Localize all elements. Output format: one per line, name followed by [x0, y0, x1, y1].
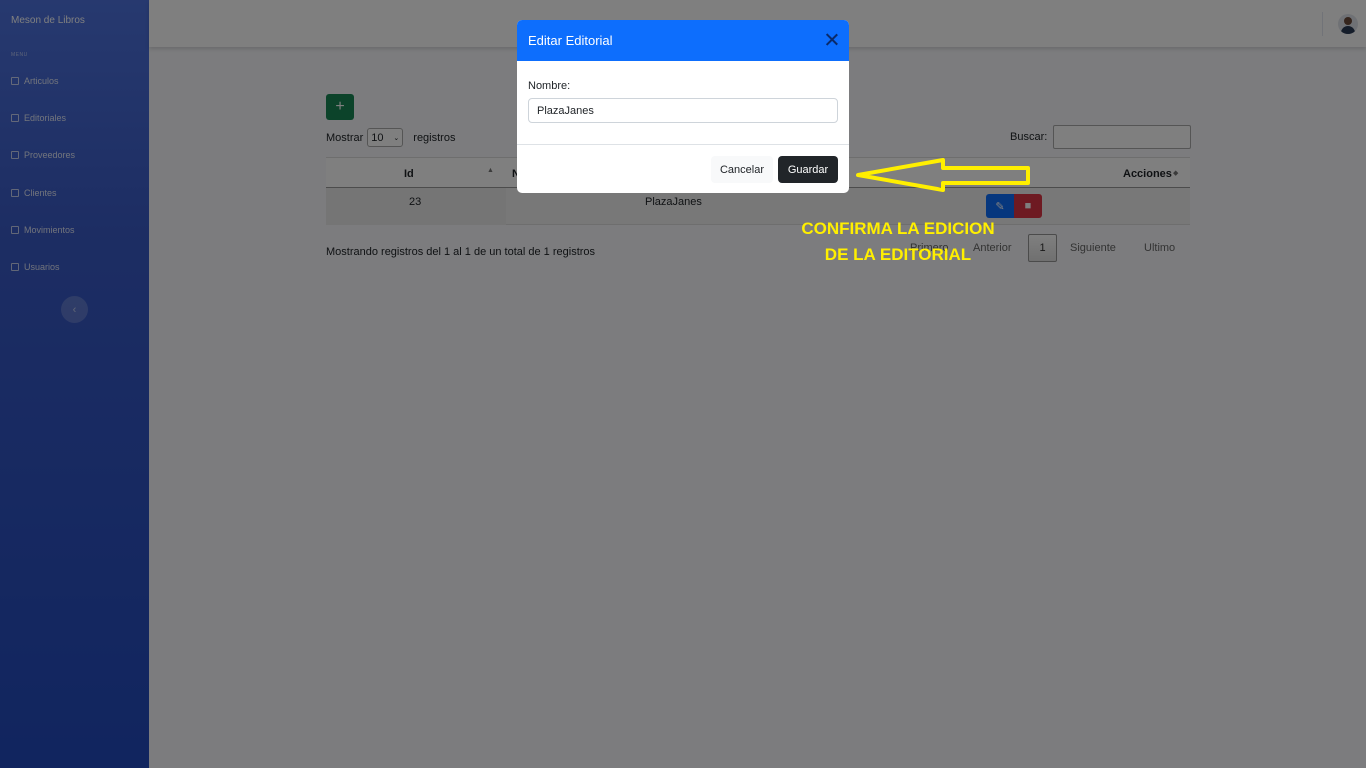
- annotation-line-1: CONFIRMA LA EDICION: [801, 219, 995, 238]
- modal-header: Editar Editorial: [517, 20, 849, 61]
- annotation-line-2: DE LA EDITORIAL: [824, 245, 972, 264]
- annotation-arrow-icon: [856, 158, 1030, 192]
- save-button[interactable]: Guardar: [778, 156, 838, 183]
- close-icon[interactable]: [825, 32, 839, 46]
- cancel-button[interactable]: Cancelar: [711, 156, 773, 183]
- annotation-text: CONFIRMA LA EDICION DE LA EDITORIAL: [790, 216, 1006, 268]
- modal-title: Editar Editorial: [528, 33, 613, 48]
- edit-editorial-modal: Editar Editorial Nombre: PlazaJanes Canc…: [517, 20, 849, 193]
- modal-body: Nombre: PlazaJanes: [517, 61, 849, 145]
- nombre-input[interactable]: PlazaJanes: [528, 98, 838, 123]
- nombre-label: Nombre:: [528, 80, 571, 92]
